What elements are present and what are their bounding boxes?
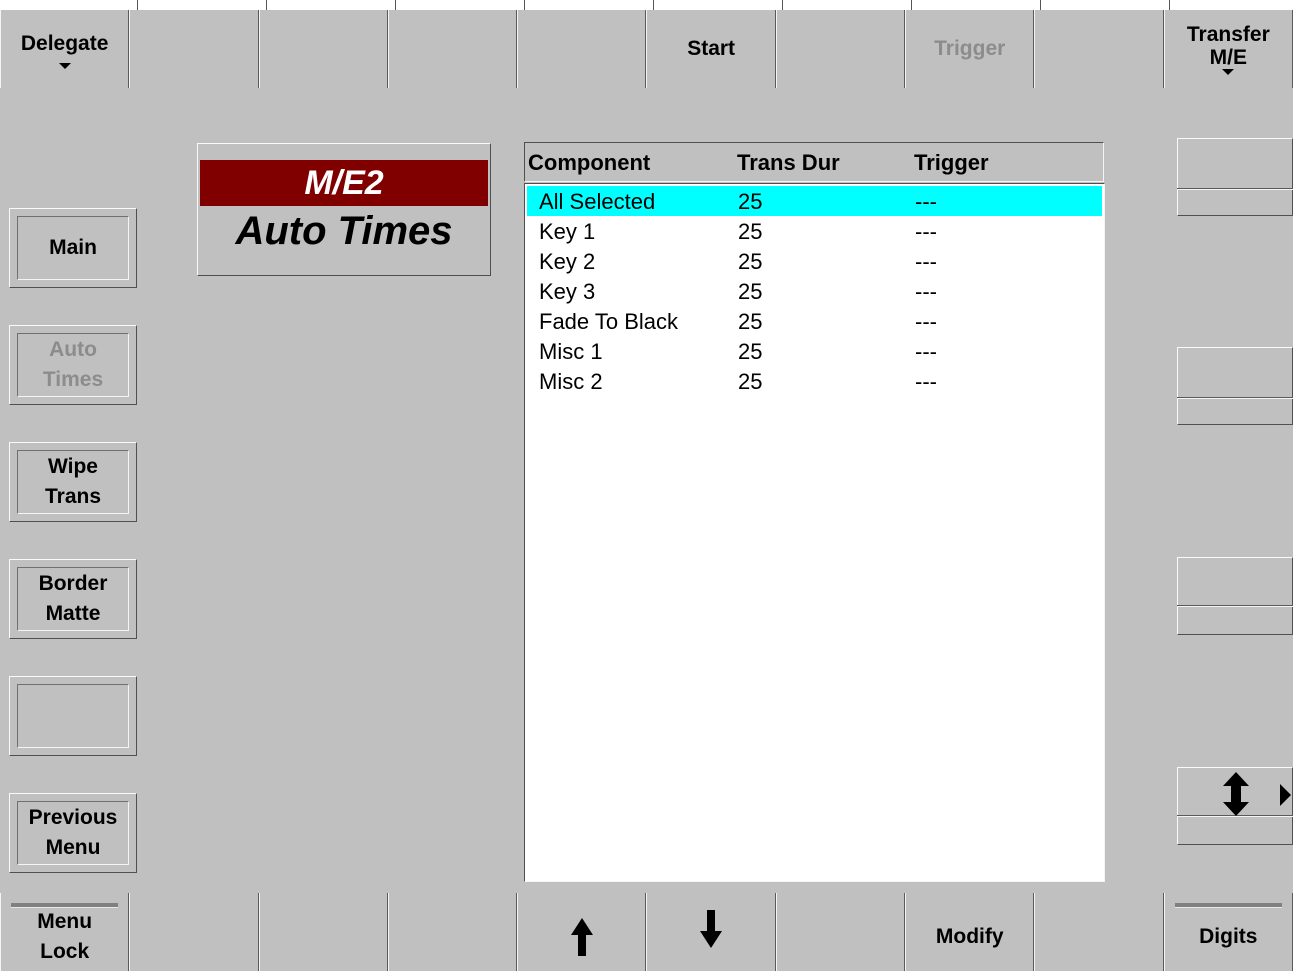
column-header-trans-dur: Trans Dur xyxy=(737,150,840,175)
chevron-down-icon xyxy=(1222,69,1235,75)
indicator-bar xyxy=(1174,903,1282,908)
scroll-up-button[interactable] xyxy=(517,893,647,971)
trans-dur-value: 25 xyxy=(738,249,763,274)
start-label: Start xyxy=(687,37,736,60)
top-softkey-7[interactable] xyxy=(775,10,906,88)
top-softkey-2[interactable] xyxy=(129,10,259,88)
chevron-down-icon xyxy=(58,63,71,69)
trigger-value: --- xyxy=(915,189,937,214)
bottom-softkey-4[interactable] xyxy=(387,893,518,971)
component-name: All Selected xyxy=(539,189,656,214)
top-toolbar: Delegate Start Trigger Transfer M/E xyxy=(0,10,1293,88)
list-item[interactable]: Key 1 25 --- xyxy=(527,216,1102,246)
component-name: Fade To Black xyxy=(539,309,679,334)
component-name: Key 3 xyxy=(539,279,596,304)
digits-button[interactable]: Digits xyxy=(1163,893,1293,971)
component-list[interactable]: All Selected 25 --- Key 1 25 --- Key 2 2… xyxy=(524,183,1105,882)
trans-dur-value: 25 xyxy=(738,339,763,364)
transfer-me-label: M/E xyxy=(1209,46,1247,69)
me-title: M/E2 xyxy=(200,160,488,206)
trigger-label: Trigger xyxy=(934,37,1006,60)
modify-button[interactable]: Modify xyxy=(905,893,1035,971)
digits-label: Digits xyxy=(1199,925,1258,948)
list-header: Component Trans Dur Trigger xyxy=(524,142,1104,182)
trans-dur-value: 25 xyxy=(738,219,763,244)
top-softkey-3[interactable] xyxy=(258,10,388,88)
page-title: Auto Times xyxy=(235,209,453,253)
trans-dur-value: 25 xyxy=(738,309,763,334)
bottom-softkey-3[interactable] xyxy=(258,893,388,971)
sidebar-item-label: Previous xyxy=(28,806,118,829)
sidebar-item-label: Main xyxy=(49,236,97,259)
sidebar-item-label: Auto xyxy=(49,338,97,361)
list-item[interactable]: All Selected 25 --- xyxy=(527,186,1102,216)
trigger-value: --- xyxy=(915,369,937,394)
sidebar-item-label: Matte xyxy=(45,602,101,625)
top-softkey-9[interactable] xyxy=(1034,10,1164,88)
transfer-label: Transfer xyxy=(1186,23,1270,46)
bottom-softkey-9[interactable] xyxy=(1034,893,1164,971)
component-name: Key 1 xyxy=(539,219,596,244)
sidebar-item-label: Border xyxy=(38,572,108,595)
scroll-down-button[interactable] xyxy=(646,893,776,971)
trigger-value: --- xyxy=(915,279,937,304)
sidebar-item-auto-times[interactable]: Auto Times xyxy=(9,325,137,405)
list-item[interactable]: Fade To Black 25 --- xyxy=(527,306,1102,336)
menu-lock-label: Menu xyxy=(37,910,93,933)
delegate-label: Delegate xyxy=(20,32,109,55)
component-name: Key 2 xyxy=(539,249,596,274)
sidebar-item-label: Times xyxy=(42,368,104,391)
top-softkey-5[interactable] xyxy=(517,10,647,88)
component-name: Misc 2 xyxy=(539,369,603,394)
component-name: Misc 1 xyxy=(539,339,603,364)
trans-dur-value: 25 xyxy=(738,279,763,304)
sidebar-item-wipe-trans[interactable]: Wipe Trans xyxy=(9,442,137,522)
bottom-toolbar: Menu Lock Modify Digits xyxy=(0,893,1293,971)
modify-label: Modify xyxy=(935,925,1004,948)
arrow-down-icon xyxy=(700,910,723,948)
trigger-value: --- xyxy=(915,339,937,364)
menu-lock-label: Lock xyxy=(40,940,90,963)
sidebar-item-label: Wipe xyxy=(48,455,98,478)
sidebar-item-main[interactable]: Main xyxy=(9,208,137,288)
triangle-right-icon xyxy=(1280,784,1291,806)
menu-title-box: M/E2 Auto Times xyxy=(197,143,491,276)
trigger-value: --- xyxy=(915,219,937,244)
top-softkey-4[interactable] xyxy=(387,10,518,88)
top-edge-strip xyxy=(0,0,1293,10)
column-header-trigger: Trigger xyxy=(914,150,989,175)
trigger-value: --- xyxy=(915,249,937,274)
trigger-button[interactable]: Trigger xyxy=(905,10,1035,88)
list-item[interactable]: Misc 1 25 --- xyxy=(527,336,1102,366)
sidebar-item-empty[interactable] xyxy=(9,676,137,756)
list-item[interactable]: Key 2 25 --- xyxy=(527,246,1102,276)
list-item[interactable]: Key 3 25 --- xyxy=(527,276,1102,306)
bottom-softkey-7[interactable] xyxy=(775,893,906,971)
up-down-arrow-icon xyxy=(1223,772,1249,816)
trigger-value: --- xyxy=(915,309,937,334)
transfer-me-button[interactable]: Transfer M/E xyxy=(1163,10,1293,88)
sidebar-item-label: Trans xyxy=(44,485,102,508)
trans-dur-value: 25 xyxy=(738,189,763,214)
column-header-component: Component xyxy=(528,150,651,175)
start-button[interactable]: Start xyxy=(646,10,776,88)
menu-lock-button[interactable]: Menu Lock xyxy=(0,893,130,971)
arrow-up-icon xyxy=(570,918,593,956)
list-item[interactable]: Misc 2 25 --- xyxy=(527,366,1102,396)
sidebar-item-border-matte[interactable]: Border Matte xyxy=(9,559,137,639)
indicator-bar xyxy=(11,903,119,908)
previous-menu-button[interactable]: Previous Menu xyxy=(9,793,137,873)
sidebar-item-label: Menu xyxy=(45,836,101,859)
bottom-softkey-2[interactable] xyxy=(129,893,259,971)
delegate-button[interactable]: Delegate xyxy=(0,10,130,88)
trans-dur-value: 25 xyxy=(738,369,763,394)
